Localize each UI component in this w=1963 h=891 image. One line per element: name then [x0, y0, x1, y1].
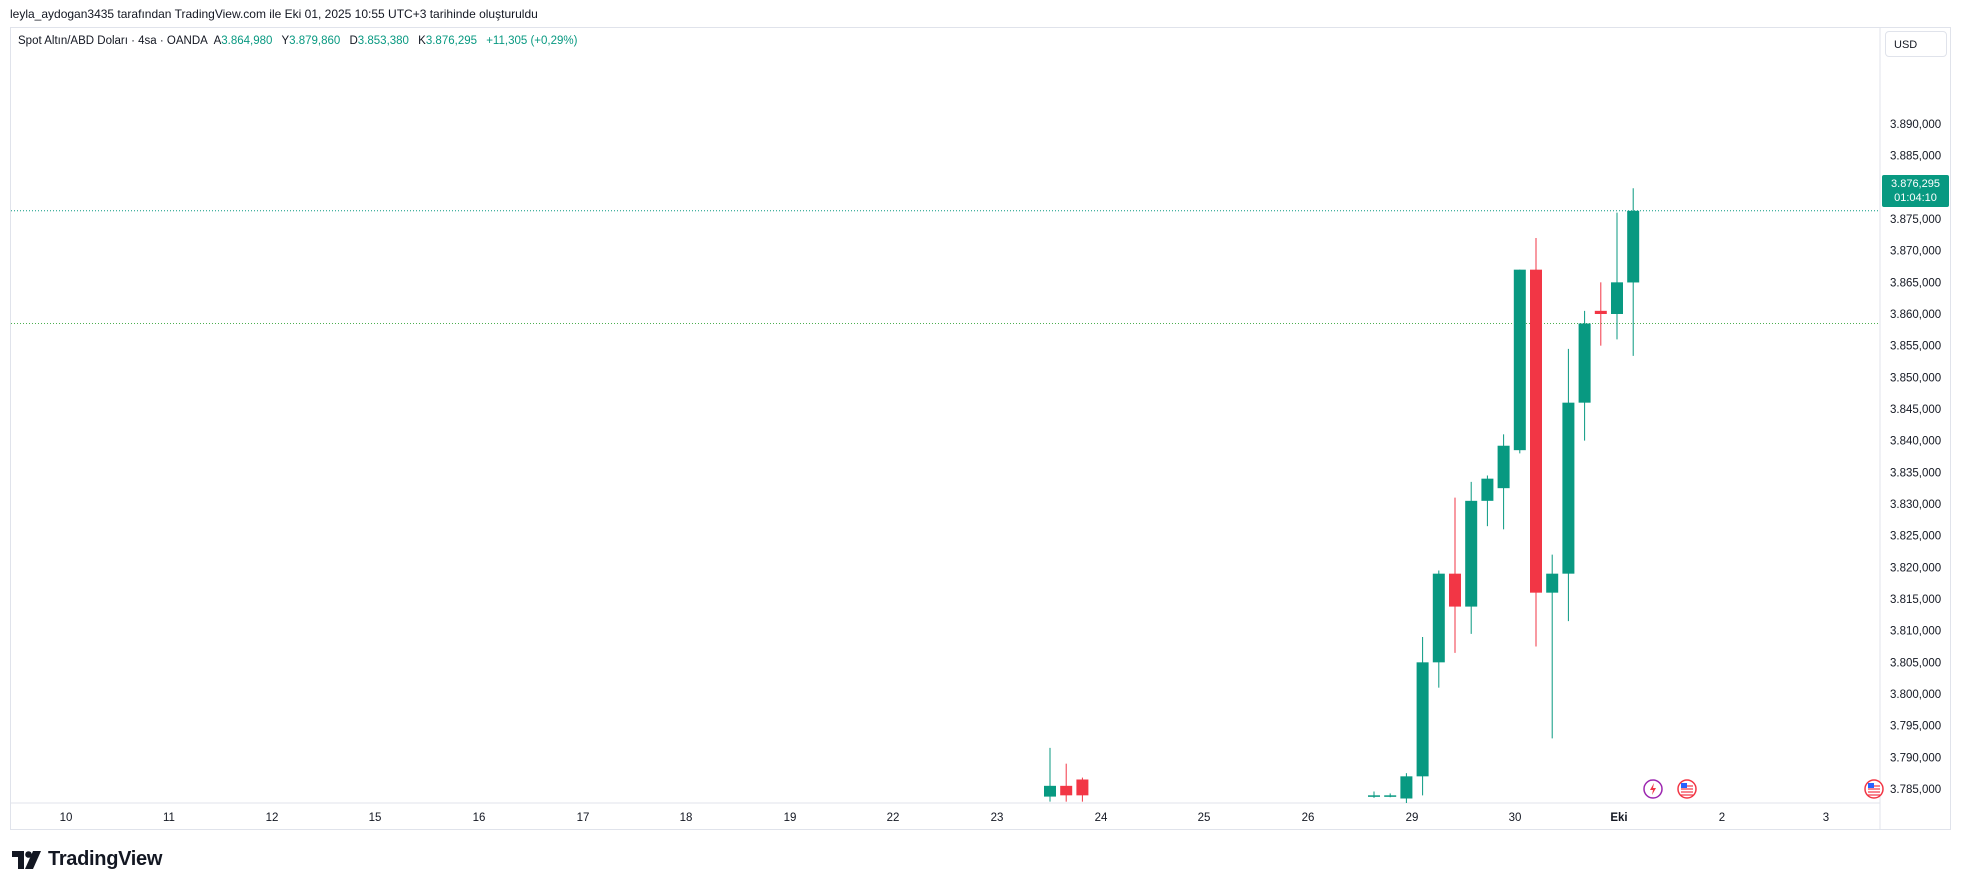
price-axis-label: 3.800,000: [1890, 689, 1941, 701]
time-axis-label: Eki: [1610, 812, 1627, 824]
candle-body[interactable]: [1481, 478, 1494, 501]
price-axis-label: 3.890,000: [1890, 119, 1941, 131]
candle-body[interactable]: [1611, 282, 1623, 314]
candle-body[interactable]: [1060, 785, 1073, 796]
bar-countdown: 01:04:10: [1894, 192, 1937, 204]
time-axis-label: 15: [369, 812, 382, 824]
time-axis-label: 12: [266, 812, 279, 824]
high-label: Y: [281, 35, 290, 47]
current-price-value: 3.876,295: [1891, 178, 1940, 190]
candle-body[interactable]: [1546, 573, 1559, 593]
price-axis-label: 3.865,000: [1890, 277, 1941, 289]
low-value: 3.853,380: [357, 35, 409, 47]
candle-body[interactable]: [1368, 795, 1380, 797]
time-axis-label: 11: [163, 812, 175, 824]
price-axis-label: 3.795,000: [1890, 721, 1941, 733]
symbol-label[interactable]: Spot Altın/ABD Doları · 4sa · OANDA: [18, 35, 208, 47]
price-axis-label: 3.790,000: [1890, 752, 1941, 764]
time-axis-label: 18: [680, 812, 693, 824]
price-axis-label: 3.805,000: [1890, 657, 1941, 669]
open-value: 3.864,980: [221, 35, 273, 47]
candle-body[interactable]: [1044, 785, 1056, 797]
price-axis-label: 3.870,000: [1890, 246, 1941, 258]
brand-name: TradingView: [48, 848, 163, 870]
price-axis-label: 3.860,000: [1890, 309, 1941, 321]
time-axis-label: 26: [1302, 812, 1315, 824]
tradingview-logo[interactable]: TradingView: [12, 848, 162, 871]
price-axis-label: 3.825,000: [1890, 531, 1941, 543]
currency-selector[interactable]: USD: [1885, 31, 1947, 57]
candle-body[interactable]: [1416, 662, 1429, 777]
ohlc-legend: Spot Altın/ABD Doları · 4sa · OANDA A3.8…: [18, 35, 577, 47]
price-axis-label: 3.850,000: [1890, 372, 1941, 384]
time-axis-label: 22: [887, 812, 900, 824]
price-axis-label: 3.820,000: [1890, 562, 1941, 574]
time-axis-label: 24: [1095, 812, 1108, 824]
candle-body[interactable]: [1384, 795, 1397, 797]
price-axis-label: 3.835,000: [1890, 467, 1941, 479]
candle-body[interactable]: [1432, 573, 1445, 663]
price-axis-label: 3.845,000: [1890, 404, 1941, 416]
high-value: 3.879,860: [289, 35, 341, 47]
time-axis-label: 10: [60, 812, 73, 824]
price-axis-label: 3.785,000: [1890, 784, 1941, 796]
price-axis-label: 3.855,000: [1890, 341, 1941, 353]
flag-canton: [1681, 783, 1687, 788]
time-axis-label: 29: [1406, 812, 1419, 824]
price-axis-label: 3.810,000: [1890, 626, 1941, 638]
candle-body[interactable]: [1497, 445, 1510, 489]
time-axis-label: 3: [1823, 812, 1829, 824]
current-price-tag: 3.876,295 01:04:10: [1882, 175, 1949, 207]
candle-body[interactable]: [1627, 210, 1640, 283]
candle-body[interactable]: [1594, 310, 1607, 314]
price-axis-label: 3.815,000: [1890, 594, 1941, 606]
time-axis-label: 30: [1509, 812, 1522, 824]
candle-body[interactable]: [1562, 402, 1575, 574]
close-label: K: [418, 35, 426, 47]
close-value: 3.876,295: [425, 35, 478, 47]
low-label: D: [349, 35, 358, 47]
candle-body[interactable]: [1465, 500, 1478, 607]
time-axis-label: 2: [1719, 812, 1725, 824]
price-axis-label: 3.830,000: [1890, 499, 1941, 511]
flag-canton: [1868, 783, 1874, 788]
candle-body[interactable]: [1578, 323, 1591, 403]
time-axis-label: 25: [1198, 812, 1211, 824]
candlestick-chart[interactable]: 3.785,000 3.790,000 3.795,000 3.800,000 3.80…: [0, 0, 1963, 891]
candle-body[interactable]: [1400, 776, 1413, 799]
candle-body[interactable]: [1449, 573, 1461, 607]
candle-body[interactable]: [1530, 269, 1542, 593]
time-axis-label: 16: [473, 812, 486, 824]
price-axis-label: 3.875,000: [1890, 214, 1941, 226]
tradingview-logo-icon: [12, 850, 41, 869]
candle-body[interactable]: [1513, 269, 1526, 451]
candle-body[interactable]: [1076, 779, 1089, 796]
price-axis-label: 3.885,000: [1890, 151, 1941, 163]
time-axis-label: 23: [991, 812, 1004, 824]
time-axis-label: 17: [577, 812, 590, 824]
change-value: +11,305 (+0,29%): [486, 35, 578, 47]
time-axis-label: 19: [784, 812, 797, 824]
price-axis-label: 3.840,000: [1890, 436, 1941, 448]
